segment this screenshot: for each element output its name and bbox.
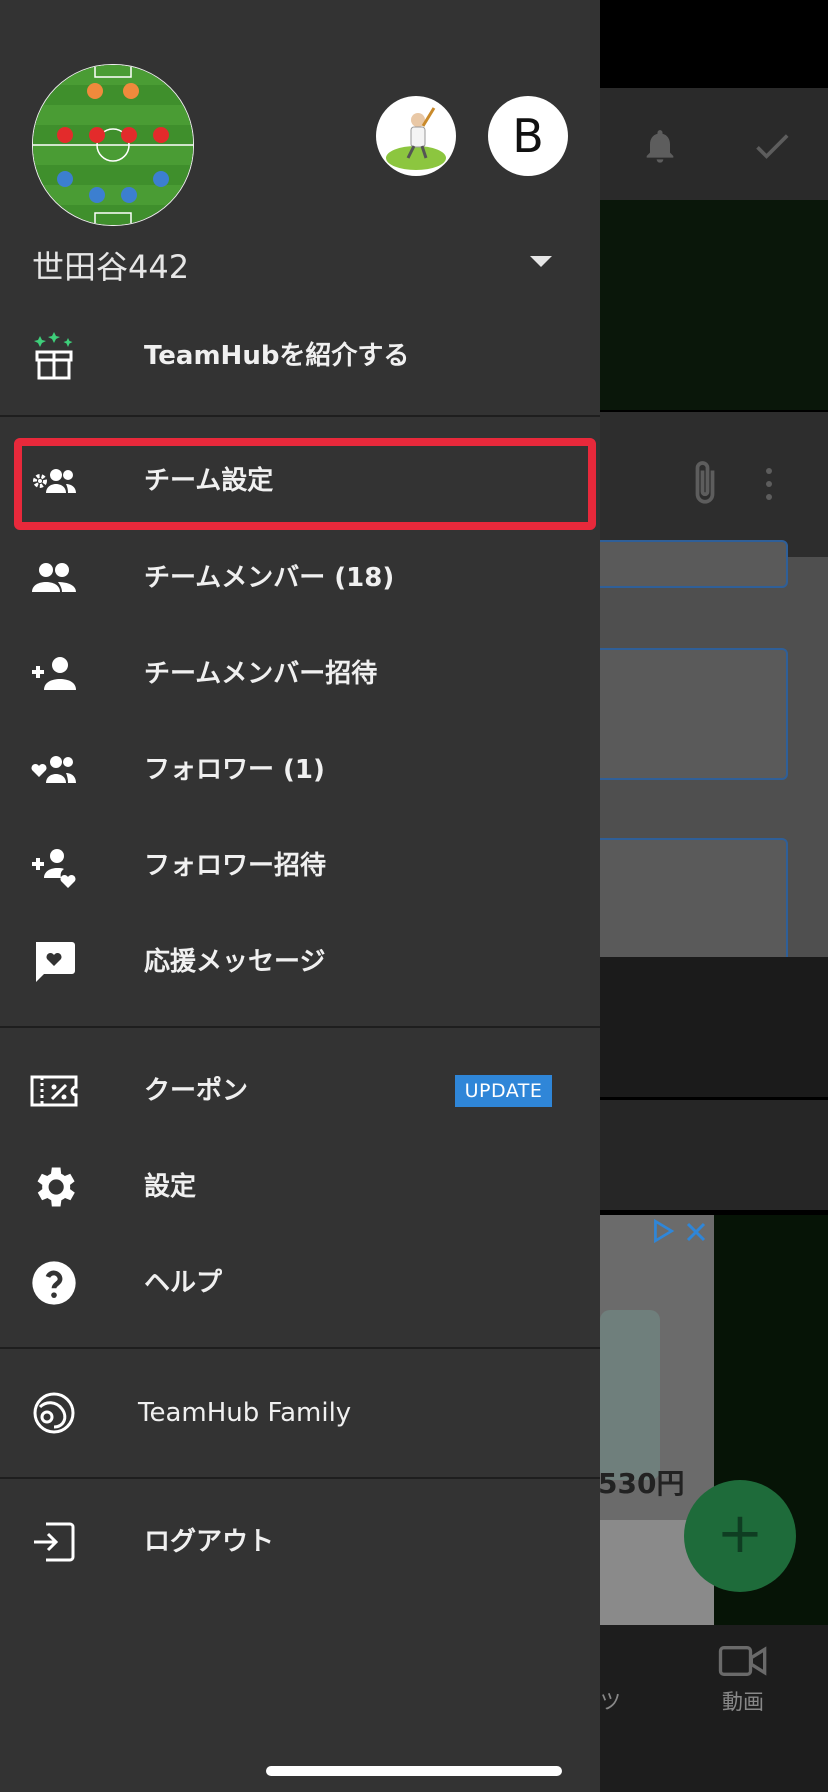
video-icon[interactable]: [718, 1644, 768, 1678]
menu-item-help[interactable]: ヘルプ: [0, 1239, 600, 1327]
add-fab-button[interactable]: +: [684, 1480, 796, 1592]
menu-label: ヘルプ: [144, 1268, 223, 1298]
message-heart-icon: [36, 942, 75, 982]
menu-label: フォロワー招待: [144, 851, 327, 881]
help-icon: [32, 1261, 76, 1305]
menu-item-cheer-messages[interactable]: 応援メッセージ: [0, 918, 600, 1006]
ad-image: [600, 1310, 660, 1480]
divider: [0, 1026, 600, 1028]
logout-icon: [34, 1522, 75, 1562]
menu-item-logout[interactable]: ログアウト: [0, 1498, 600, 1586]
divider: [0, 1477, 600, 1479]
app-section: [600, 957, 828, 1097]
user-avatar-letter[interactable]: B: [488, 96, 568, 176]
menu-label: TeamHubを紹介する: [144, 341, 410, 371]
app-cover-area: [600, 200, 828, 410]
baseball-player-image: [386, 107, 446, 170]
menu-label: クーポン: [144, 1076, 249, 1106]
menu-label: ログアウト: [144, 1527, 275, 1557]
check-icon[interactable]: [750, 124, 794, 168]
adchoices-icon[interactable]: [650, 1218, 676, 1244]
menu-label: 応援メッセージ: [144, 947, 326, 977]
app-list-card[interactable]: [590, 838, 788, 972]
ad-price: 530円: [598, 1467, 685, 1500]
coupon-icon: [30, 1075, 78, 1107]
more-icon-dot: [766, 494, 772, 500]
soccer-field-image: [33, 65, 193, 225]
app-list-card[interactable]: [590, 648, 788, 780]
nav-item-partial[interactable]: ツ: [600, 1686, 621, 1716]
family-icon: [33, 1392, 75, 1434]
menu-item-team-members[interactable]: チームメンバー (18): [0, 534, 600, 622]
app-section: [600, 1100, 828, 1210]
menu-item-teamhub-family[interactable]: TeamHub Family: [0, 1369, 600, 1457]
team-avatar[interactable]: [32, 64, 194, 226]
menu-item-settings[interactable]: 設定: [0, 1143, 600, 1231]
menu-item-introduce[interactable]: TeamHubを紹介する: [0, 312, 600, 400]
menu-label: TeamHub Family: [138, 1398, 352, 1428]
more-icon-dot: [766, 481, 772, 487]
more-icon[interactable]: [766, 468, 772, 474]
gift-icon: [34, 332, 73, 380]
dropdown-arrow-icon[interactable]: [530, 256, 552, 267]
home-indicator: [266, 1766, 562, 1776]
menu-label: 設定: [144, 1172, 197, 1202]
navigation-drawer: B 世田谷442 TeamHubを紹介する チーム設定 チームメンバー (18)…: [0, 0, 600, 1792]
team-name[interactable]: 世田谷442: [32, 242, 189, 288]
menu-label: フォロワー (1): [144, 755, 325, 785]
gear-icon: [37, 1167, 75, 1207]
menu-item-followers[interactable]: フォロワー (1): [0, 726, 600, 814]
divider: [0, 1347, 600, 1349]
menu-label: チームメンバー (18): [144, 563, 395, 593]
followers-heart-icon: [31, 756, 76, 783]
update-badge: UPDATE: [455, 1075, 552, 1107]
person-add-icon: [32, 657, 76, 690]
menu-item-invite-followers[interactable]: フォロワー招待: [0, 822, 600, 910]
bottom-nav: [600, 1625, 828, 1792]
person-add-heart-icon: [32, 849, 76, 888]
attachment-icon[interactable]: [690, 458, 720, 508]
divider: [0, 415, 600, 417]
people-icon: [32, 563, 76, 592]
close-icon[interactable]: [684, 1220, 708, 1244]
nav-item-video[interactable]: 動画: [722, 1686, 764, 1716]
highlight-frame: [14, 438, 596, 530]
menu-label: チームメンバー招待: [144, 659, 378, 689]
menu-item-invite-members[interactable]: チームメンバー招待: [0, 630, 600, 718]
bell-icon[interactable]: [640, 124, 680, 168]
app-list-card[interactable]: [590, 540, 788, 588]
user-avatar-photo[interactable]: [376, 96, 456, 176]
